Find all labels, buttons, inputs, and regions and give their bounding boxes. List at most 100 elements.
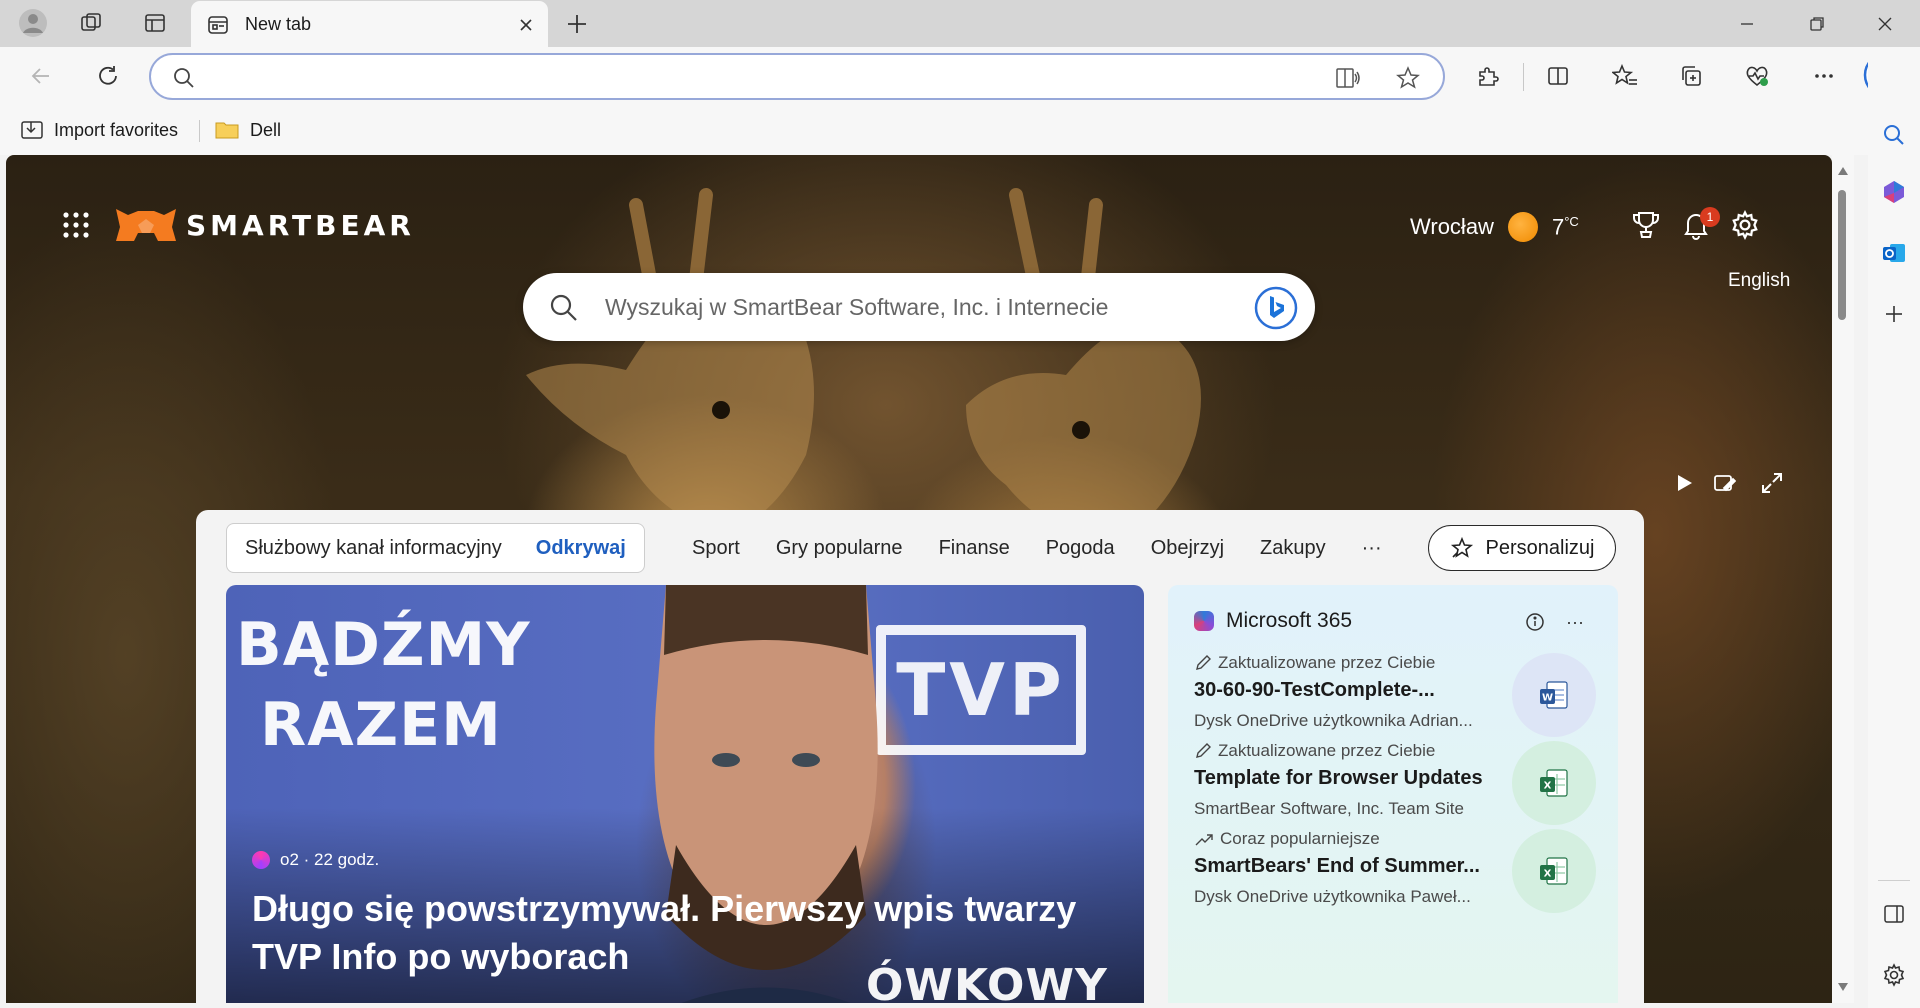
search-icon bbox=[550, 294, 577, 321]
pencil-icon bbox=[1196, 655, 1211, 670]
weather-widget[interactable]: Wrocław 7°C bbox=[1410, 209, 1579, 245]
tab-strip: New tab bbox=[0, 0, 1920, 48]
fullscreen-button[interactable] bbox=[1754, 465, 1790, 501]
o2-logo-icon bbox=[252, 851, 270, 869]
refresh-button[interactable] bbox=[87, 56, 129, 96]
personalize-button[interactable]: Personalizuj bbox=[1428, 525, 1616, 571]
svg-text:X: X bbox=[1544, 869, 1552, 880]
m365-file-status: Zaktualizowane przez Ciebie bbox=[1194, 653, 1435, 673]
m365-file-item[interactable]: Zaktualizowane przez Ciebie Template for… bbox=[1194, 741, 1604, 833]
sidebar-search-button[interactable] bbox=[1876, 117, 1912, 153]
story-title[interactable]: Długo się powstrzymywał. Pierwszy wpis t… bbox=[252, 885, 1122, 981]
hero-overlay-line2: RAZEM bbox=[260, 690, 502, 760]
svg-text:X: X bbox=[1544, 781, 1552, 792]
sidebar-divider bbox=[1878, 880, 1910, 881]
smartbear-logo[interactable]: SMARTBEAR bbox=[114, 205, 415, 245]
play-icon bbox=[1678, 475, 1692, 491]
web-search-input[interactable] bbox=[605, 291, 1205, 323]
close-window-button[interactable] bbox=[1850, 0, 1920, 47]
minimize-icon bbox=[1741, 22, 1753, 25]
bing-chat-button[interactable] bbox=[1253, 285, 1299, 331]
tab-title: New tab bbox=[245, 14, 312, 34]
tab-work-feed[interactable]: Służbowy kanał informacyjny bbox=[245, 537, 502, 560]
feed-category-tabs: Sport Gry popularne Finanse Pogoda Obejr… bbox=[692, 523, 1382, 573]
new-tab-button[interactable] bbox=[558, 5, 596, 43]
split-screen-button[interactable] bbox=[1537, 56, 1579, 96]
tab-watch[interactable]: Obejrzyj bbox=[1151, 537, 1224, 560]
tab-discover[interactable]: Odkrywaj bbox=[536, 537, 626, 560]
m365-more-button[interactable]: ··· bbox=[1560, 607, 1590, 637]
split-screen-icon bbox=[1548, 67, 1568, 85]
m365-info-button[interactable] bbox=[1520, 607, 1550, 637]
language-selector[interactable]: English bbox=[1728, 270, 1790, 292]
page-scrollbar[interactable] bbox=[1832, 155, 1854, 1003]
scroll-down-button[interactable] bbox=[1835, 979, 1851, 995]
excel-file-icon: X bbox=[1512, 741, 1596, 825]
sidebar-outlook-button[interactable] bbox=[1876, 235, 1912, 271]
restore-button[interactable] bbox=[1782, 0, 1852, 47]
svg-text:W: W bbox=[1542, 693, 1553, 704]
notifications-button[interactable]: 1 bbox=[1676, 205, 1720, 245]
more-tabs-button[interactable]: ··· bbox=[1362, 537, 1382, 560]
browser-essentials-button[interactable] bbox=[1736, 56, 1778, 96]
microsoft-365-card: Microsoft 365 ··· Zaktualizowane przez C… bbox=[1168, 585, 1618, 1003]
bing-copilot-icon bbox=[1254, 286, 1298, 330]
new-tab-page: SMARTBEAR Wrocław 7°C 1 English Służbowy… bbox=[6, 155, 1832, 1003]
workspaces-button[interactable] bbox=[73, 5, 109, 41]
play-background-button[interactable] bbox=[1666, 465, 1702, 501]
read-aloud-button[interactable] bbox=[1333, 64, 1363, 92]
m365-file-name: Template for Browser Updates bbox=[1194, 767, 1483, 789]
sidebar-settings-button[interactable] bbox=[1876, 957, 1912, 993]
tab-sport[interactable]: Sport bbox=[692, 537, 740, 560]
web-search-box[interactable] bbox=[523, 273, 1315, 341]
favorites-separator bbox=[199, 120, 200, 142]
workspaces-icon bbox=[81, 13, 101, 31]
page-settings-button[interactable] bbox=[1725, 205, 1765, 245]
hide-sidebar-button[interactable] bbox=[1876, 896, 1912, 932]
feed-primary-tabs: Służbowy kanał informacyjny Odkrywaj bbox=[226, 523, 645, 573]
active-tab[interactable]: New tab bbox=[191, 1, 548, 48]
profile-button[interactable] bbox=[15, 5, 51, 41]
scroll-up-button[interactable] bbox=[1835, 163, 1851, 179]
image-edit-icon bbox=[1714, 475, 1736, 492]
minimize-button[interactable] bbox=[1712, 0, 1782, 47]
m365-file-item[interactable]: Zaktualizowane przez Ciebie 30-60-90-Tes… bbox=[1194, 653, 1604, 745]
excel-file-icon: X bbox=[1512, 829, 1596, 913]
tab-finance[interactable]: Finanse bbox=[939, 537, 1010, 560]
add-favorite-button[interactable] bbox=[1393, 64, 1423, 92]
collections-icon bbox=[1682, 66, 1701, 86]
close-tab-button[interactable] bbox=[514, 13, 538, 37]
star-sparkle-icon bbox=[1450, 536, 1473, 558]
tab-actions-button[interactable] bbox=[137, 5, 173, 41]
tab-shopping[interactable]: Zakupy bbox=[1260, 537, 1326, 560]
toolbar-divider bbox=[1523, 63, 1524, 91]
word-file-icon: W bbox=[1512, 653, 1596, 737]
app-launcher-button[interactable] bbox=[56, 205, 96, 245]
tab-weather[interactable]: Pogoda bbox=[1046, 537, 1115, 560]
sidebar-m365-button[interactable] bbox=[1876, 174, 1912, 210]
m365-file-location: SmartBear Software, Inc. Team Site bbox=[1194, 799, 1464, 818]
dell-folder-link[interactable]: Dell bbox=[214, 116, 281, 144]
story-source: o2 · 22 godz. bbox=[252, 850, 379, 870]
more-horizontal-icon: ··· bbox=[1566, 611, 1584, 632]
scroll-thumb[interactable] bbox=[1838, 190, 1846, 320]
restore-icon bbox=[1810, 16, 1824, 31]
collections-button[interactable] bbox=[1670, 56, 1712, 96]
rewards-button[interactable] bbox=[1626, 205, 1666, 245]
back-button[interactable] bbox=[20, 56, 62, 96]
trending-icon bbox=[1195, 834, 1213, 846]
top-story-card[interactable]: BĄDŹMY RAZEM TVP ÓWKOWY o2 · 22 godz. Dł… bbox=[226, 585, 1144, 1003]
gear-icon bbox=[1732, 210, 1758, 240]
tab-popular-games[interactable]: Gry popularne bbox=[776, 537, 903, 560]
import-favorites-link[interactable]: Import favorites bbox=[20, 116, 178, 144]
search-icon bbox=[1884, 125, 1904, 145]
m365-file-item[interactable]: Coraz popularniejsze SmartBears' End of … bbox=[1194, 829, 1604, 921]
settings-more-button[interactable] bbox=[1803, 56, 1845, 96]
address-input[interactable] bbox=[211, 63, 1231, 91]
sidebar-add-button[interactable] bbox=[1876, 296, 1912, 332]
extensions-button[interactable] bbox=[1467, 56, 1509, 96]
address-bar[interactable] bbox=[149, 53, 1445, 100]
favorites-button[interactable] bbox=[1604, 56, 1646, 96]
news-feed-panel: Służbowy kanał informacyjny Odkrywaj Spo… bbox=[196, 510, 1644, 1003]
background-info-button[interactable] bbox=[1706, 465, 1742, 501]
